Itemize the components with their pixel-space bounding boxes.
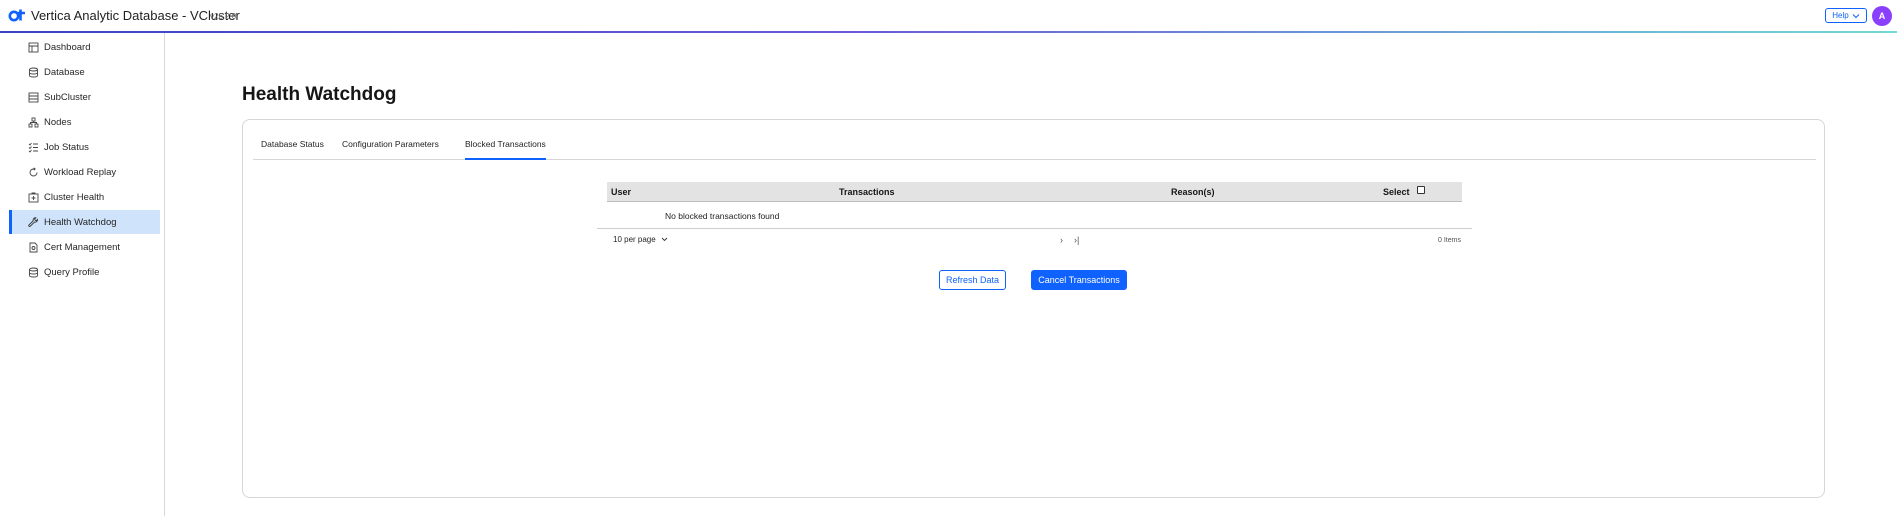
sidebar-item-health-watchdog[interactable]: Health Watchdog bbox=[9, 210, 160, 234]
sidebar-item-label: Job Status bbox=[44, 141, 89, 153]
column-select: Select bbox=[1383, 187, 1410, 197]
sidebar-item-job-status[interactable]: Job Status bbox=[9, 135, 160, 159]
nodes-icon bbox=[28, 117, 39, 128]
sidebar-item-label: Nodes bbox=[44, 116, 72, 128]
sidebar-item-label: Cert Management bbox=[44, 241, 121, 253]
database-icon bbox=[28, 67, 39, 78]
wrench-icon bbox=[28, 216, 39, 228]
cancel-transactions-button[interactable]: Cancel Transactions bbox=[1031, 270, 1127, 290]
sidebar-item-cluster-health[interactable]: Cluster Health bbox=[9, 185, 160, 209]
opentext-logo-icon[interactable] bbox=[8, 7, 26, 23]
header-accent-line bbox=[0, 31, 1897, 33]
sidebar-item-label: Cluster Health bbox=[44, 191, 105, 203]
pagination-divider bbox=[597, 228, 1472, 229]
sidebar-item-query-profile[interactable]: Query Profile bbox=[9, 260, 160, 284]
help-label: Help bbox=[1832, 11, 1849, 20]
app-title: Vertica Analytic Database - VCluster bbox=[31, 8, 240, 23]
column-reasons: Reason(s) bbox=[1171, 187, 1215, 197]
sidebar-item-dashboard[interactable]: Dashboard bbox=[9, 35, 160, 59]
app-version: v26.2.0 bbox=[210, 12, 237, 21]
top-header: Vertica Analytic Database - VCluster v26… bbox=[0, 0, 1897, 32]
chevron-down-icon bbox=[661, 237, 668, 242]
user-avatar[interactable]: A bbox=[1872, 6, 1892, 26]
tab-blocked-transactions[interactable]: Blocked Transactions bbox=[465, 139, 546, 160]
tab-bar: Database Status Configuration Parameters… bbox=[253, 134, 1816, 160]
empty-message: No blocked transactions found bbox=[665, 211, 780, 221]
next-page-icon[interactable]: › bbox=[1060, 235, 1063, 245]
subcluster-icon bbox=[28, 92, 39, 103]
items-count: 0 Items bbox=[1438, 237, 1461, 244]
tab-database-status[interactable]: Database Status bbox=[261, 139, 324, 160]
query-profile-icon bbox=[28, 267, 39, 278]
sidebar-item-nodes[interactable]: Nodes bbox=[9, 110, 160, 134]
certificate-icon bbox=[28, 242, 39, 253]
table-row: No blocked transactions found bbox=[607, 203, 837, 229]
sidebar-item-cert-management[interactable]: Cert Management bbox=[9, 235, 160, 259]
per-page-select[interactable]: 10 per page bbox=[613, 235, 668, 244]
chevron-down-icon bbox=[1852, 13, 1860, 18]
last-page-icon[interactable]: ›| bbox=[1074, 235, 1079, 245]
sidebar-item-label: Database bbox=[44, 66, 85, 78]
dashboard-icon bbox=[28, 42, 39, 53]
watchdog-card: Database Status Configuration Parameters… bbox=[242, 119, 1825, 498]
sidebar-item-database[interactable]: Database bbox=[9, 60, 160, 84]
sidebar-item-workload-replay[interactable]: Workload Replay bbox=[9, 160, 160, 184]
sidebar: Dashboard Database SubCluster Nodes Job … bbox=[0, 33, 165, 516]
cluster-health-icon bbox=[28, 192, 39, 203]
help-button[interactable]: Help bbox=[1825, 8, 1867, 23]
sidebar-item-label: Query Profile bbox=[44, 266, 100, 278]
page-title: Health Watchdog bbox=[242, 84, 397, 105]
replay-icon bbox=[28, 166, 39, 178]
sidebar-item-label: Health Watchdog bbox=[44, 216, 117, 228]
sidebar-item-subcluster[interactable]: SubCluster bbox=[9, 85, 160, 109]
table-header: User Transactions Reason(s) Select bbox=[607, 182, 1462, 202]
job-status-icon bbox=[28, 142, 39, 153]
refresh-data-button[interactable]: Refresh Data bbox=[939, 270, 1006, 290]
sidebar-item-label: SubCluster bbox=[44, 91, 91, 103]
select-all-checkbox[interactable] bbox=[1417, 186, 1425, 194]
per-page-label: 10 per page bbox=[613, 235, 656, 244]
sidebar-item-label: Workload Replay bbox=[44, 166, 117, 178]
column-transactions: Transactions bbox=[839, 187, 895, 197]
sidebar-item-label: Dashboard bbox=[44, 41, 91, 53]
column-user: User bbox=[611, 187, 632, 197]
tab-configuration-parameters[interactable]: Configuration Parameters bbox=[342, 139, 439, 160]
